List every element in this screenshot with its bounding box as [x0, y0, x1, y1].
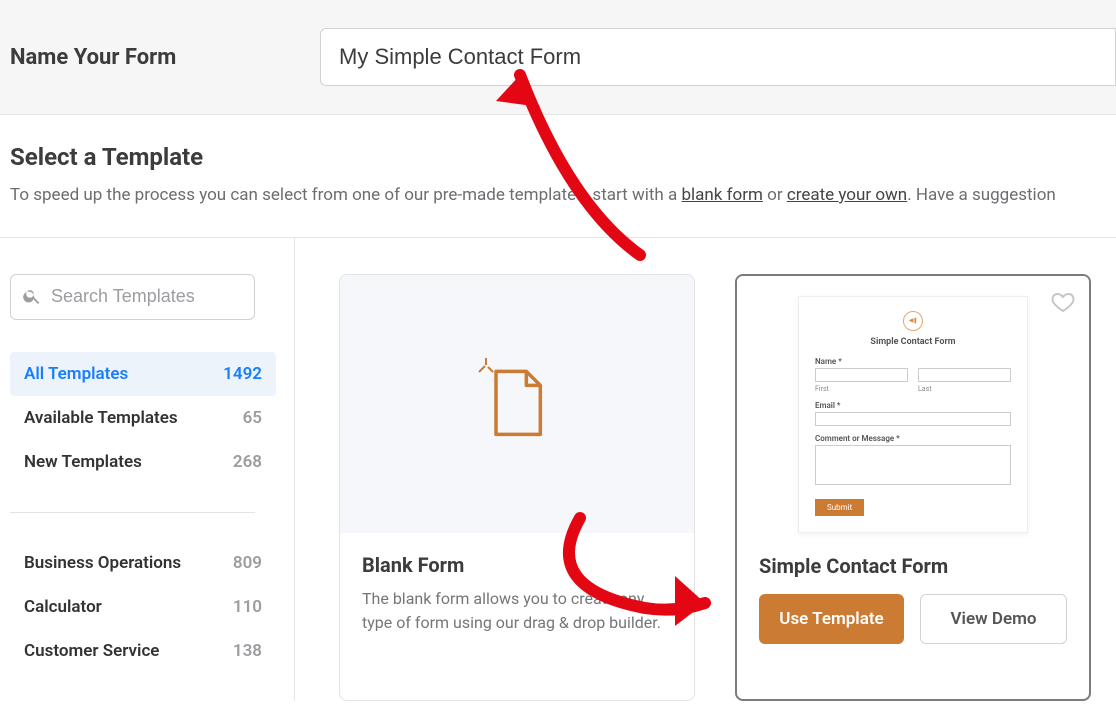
file-icon	[489, 369, 545, 439]
megaphone-icon	[903, 311, 923, 331]
card-preview: Simple Contact Form Name * First Last Em…	[737, 276, 1089, 534]
card-preview	[340, 275, 694, 533]
card-title: Simple Contact Form	[759, 554, 1067, 578]
category-business-operations[interactable]: Business Operations 809	[10, 541, 276, 585]
create-your-own-link[interactable]: create your own	[787, 185, 907, 205]
category-customer-service[interactable]: Customer Service 138	[10, 629, 276, 673]
filter-label: All Templates	[24, 364, 128, 384]
filter-new-templates[interactable]: New Templates 268	[10, 440, 276, 484]
template-card-blank-form[interactable]: Blank Form The blank form allows you to …	[339, 274, 695, 701]
category-count: 809	[233, 553, 262, 573]
category-count: 138	[233, 641, 262, 661]
form-preview-thumbnail: Simple Contact Form Name * First Last Em…	[798, 296, 1028, 533]
filter-all-templates[interactable]: All Templates 1492	[10, 352, 276, 396]
filter-label: Available Templates	[24, 408, 178, 428]
category-calculator[interactable]: Calculator 110	[10, 585, 276, 629]
name-your-form-label: Name Your Form	[10, 45, 320, 70]
filter-count: 1492	[223, 364, 262, 384]
filter-count: 268	[233, 452, 262, 472]
category-label: Business Operations	[24, 553, 181, 573]
view-demo-button[interactable]: View Demo	[920, 594, 1067, 644]
search-icon	[22, 286, 42, 306]
blank-form-link[interactable]: blank form	[681, 185, 762, 205]
favorite-icon[interactable]	[1051, 290, 1075, 314]
filter-label: New Templates	[24, 452, 142, 472]
form-name-input[interactable]	[320, 28, 1116, 86]
category-count: 110	[233, 597, 262, 617]
search-templates-input[interactable]	[10, 274, 255, 320]
filter-count: 65	[243, 408, 262, 428]
card-description: The blank form allows you to create any …	[362, 587, 672, 635]
sparkle-icon	[477, 356, 495, 374]
filter-available-templates[interactable]: Available Templates 65	[10, 396, 276, 440]
use-template-button[interactable]: Use Template	[759, 594, 904, 644]
select-template-heading: Select a Template	[10, 143, 1106, 171]
category-label: Customer Service	[24, 641, 159, 661]
template-card-simple-contact-form[interactable]: Simple Contact Form Name * First Last Em…	[735, 274, 1091, 701]
card-title: Blank Form	[362, 553, 672, 577]
select-template-description: To speed up the process you can select f…	[10, 183, 1106, 209]
category-label: Calculator	[24, 597, 102, 617]
